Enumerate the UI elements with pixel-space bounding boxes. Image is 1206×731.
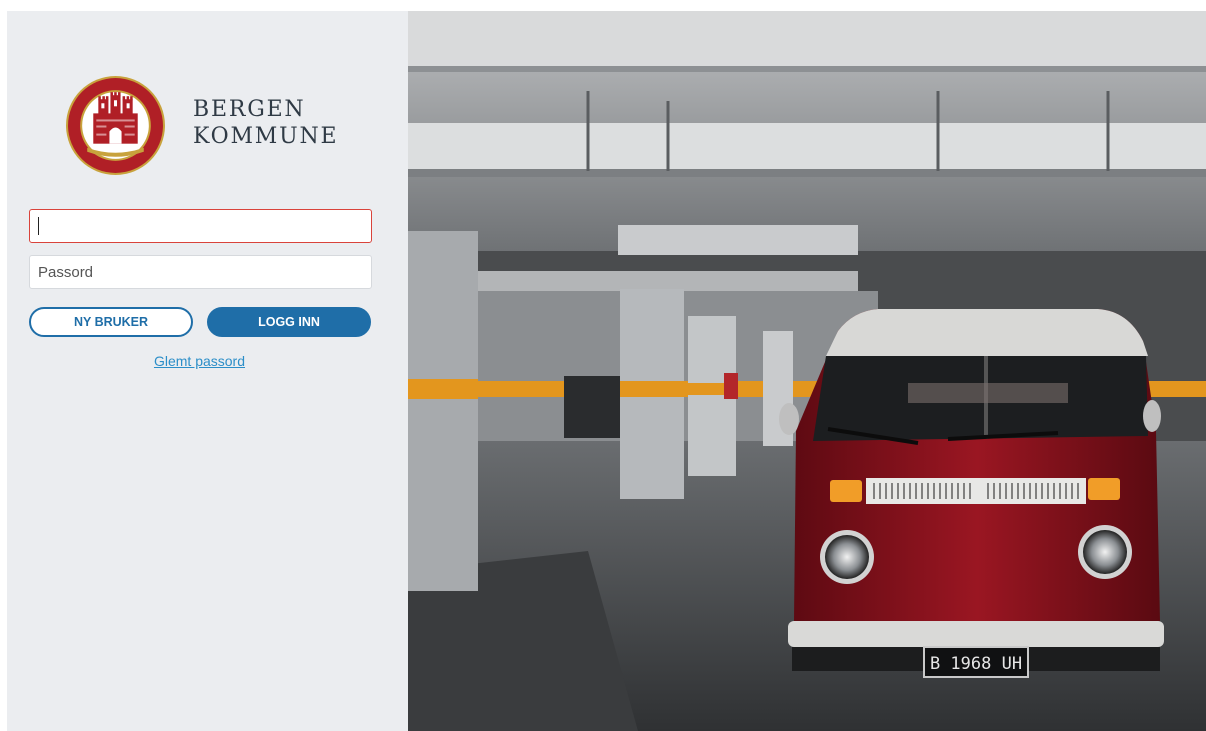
brand-name: BERGEN KOMMUNE	[193, 96, 338, 150]
brand-line-1: BERGEN	[193, 97, 306, 122]
bergen-coat-of-arms-logo	[66, 76, 165, 175]
text-cursor	[38, 217, 39, 235]
license-plate-text: B 1968 UH	[930, 654, 1022, 674]
login-button[interactable]: LOGG INN	[207, 307, 371, 337]
new-user-button[interactable]: NY BRUKER	[29, 307, 193, 337]
login-page: BERGEN KOMMUNE NY BRUKER LOGG INN Glemt …	[7, 11, 1206, 731]
background-photo-parking-garage-van: B 1968 UH	[408, 11, 1206, 731]
login-panel: BERGEN KOMMUNE NY BRUKER LOGG INN Glemt …	[7, 11, 408, 731]
brand-line-2: KOMMUNE	[193, 124, 339, 149]
password-input[interactable]	[29, 255, 372, 289]
username-input[interactable]	[29, 209, 372, 243]
forgot-password-link[interactable]: Glemt passord	[7, 353, 392, 369]
